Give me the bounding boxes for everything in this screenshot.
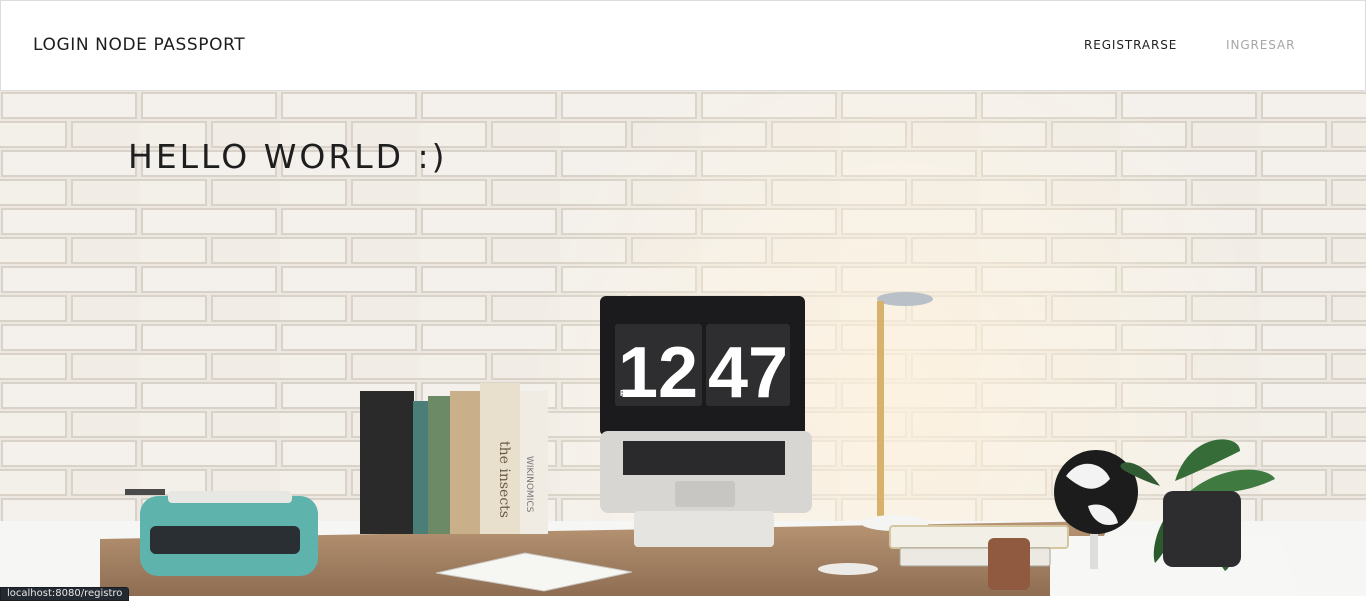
typewriter-image xyxy=(125,489,318,576)
cup-image xyxy=(988,538,1030,590)
clock-meridiem: PM xyxy=(620,389,632,398)
brand-title[interactable]: LOGIN NODE PASSPORT xyxy=(33,35,245,55)
book-title-wikinomics: WIKINOMICS xyxy=(524,456,534,513)
hero-section: the insects WIKINOMICS 12 47 PM HELLO WO… xyxy=(0,91,1366,596)
book-title-insects: the insects xyxy=(496,441,512,518)
nav-register-link[interactable]: REGISTRARSE xyxy=(1084,38,1177,52)
books-image: the insects WIKINOMICS xyxy=(360,383,548,534)
laptop-image: 12 47 PM xyxy=(600,296,812,547)
nav-login-link[interactable]: INGRESAR xyxy=(1226,38,1295,52)
status-url-tooltip: localhost:8080/registro xyxy=(0,587,130,601)
clock-minutes: 47 xyxy=(708,333,788,413)
clock-hours: 12 xyxy=(618,333,698,413)
hero-title: HELLO WORLD :) xyxy=(128,137,448,177)
navbar: LOGIN NODE PASSPORT REGISTRARSE INGRESAR xyxy=(0,0,1366,91)
